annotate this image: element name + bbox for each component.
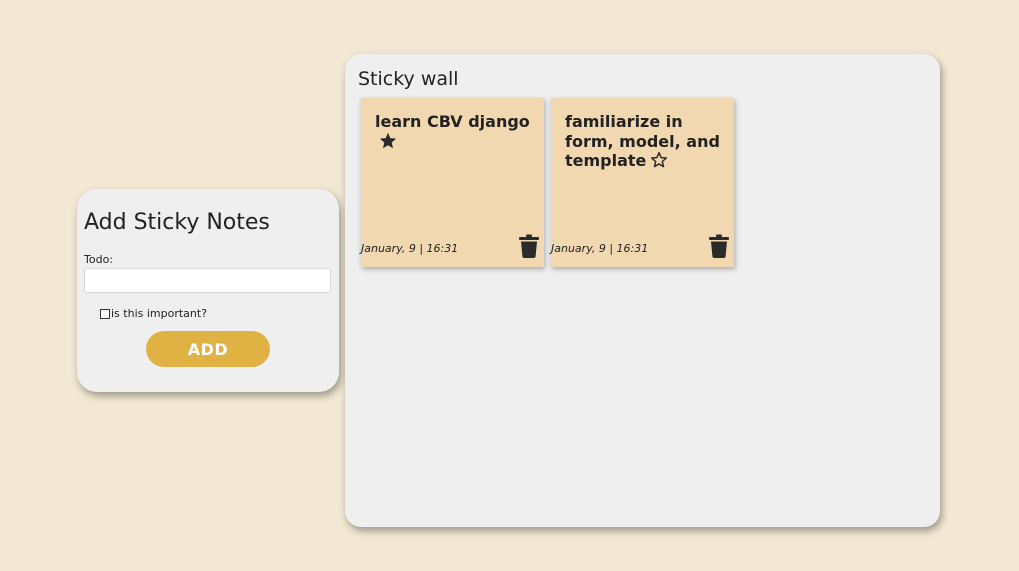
note-text-content: learn CBV django [375,112,530,131]
important-option: is this important? [100,307,207,320]
note-text: learn CBV django [375,112,535,153]
important-label: is this important? [111,307,208,320]
star-filled-icon[interactable] [379,132,397,154]
sticky-note: learn CBV django January, 9 | 16:31 [361,98,544,267]
star-outline-icon[interactable] [650,151,668,173]
trash-icon[interactable] [709,234,729,258]
add-button[interactable]: ADD [146,331,270,367]
sticky-note: familiarize in form, model, and template… [551,98,734,267]
wall-title: Sticky wall [358,68,459,90]
add-note-form: Add Sticky Notes Todo: is this important… [77,189,339,392]
form-title: Add Sticky Notes [84,210,270,235]
important-checkbox[interactable] [100,308,110,319]
note-text-content: familiarize in form, model, and template [565,112,720,170]
note-date: January, 9 | 16:31 [361,242,459,255]
note-date: January, 9 | 16:31 [551,242,649,255]
todo-input[interactable] [84,268,331,293]
trash-icon[interactable] [519,234,539,258]
note-text: familiarize in form, model, and template [565,112,725,173]
todo-label: Todo: [84,253,113,266]
sticky-wall: Sticky wall learn CBV django January, 9 … [345,54,940,527]
